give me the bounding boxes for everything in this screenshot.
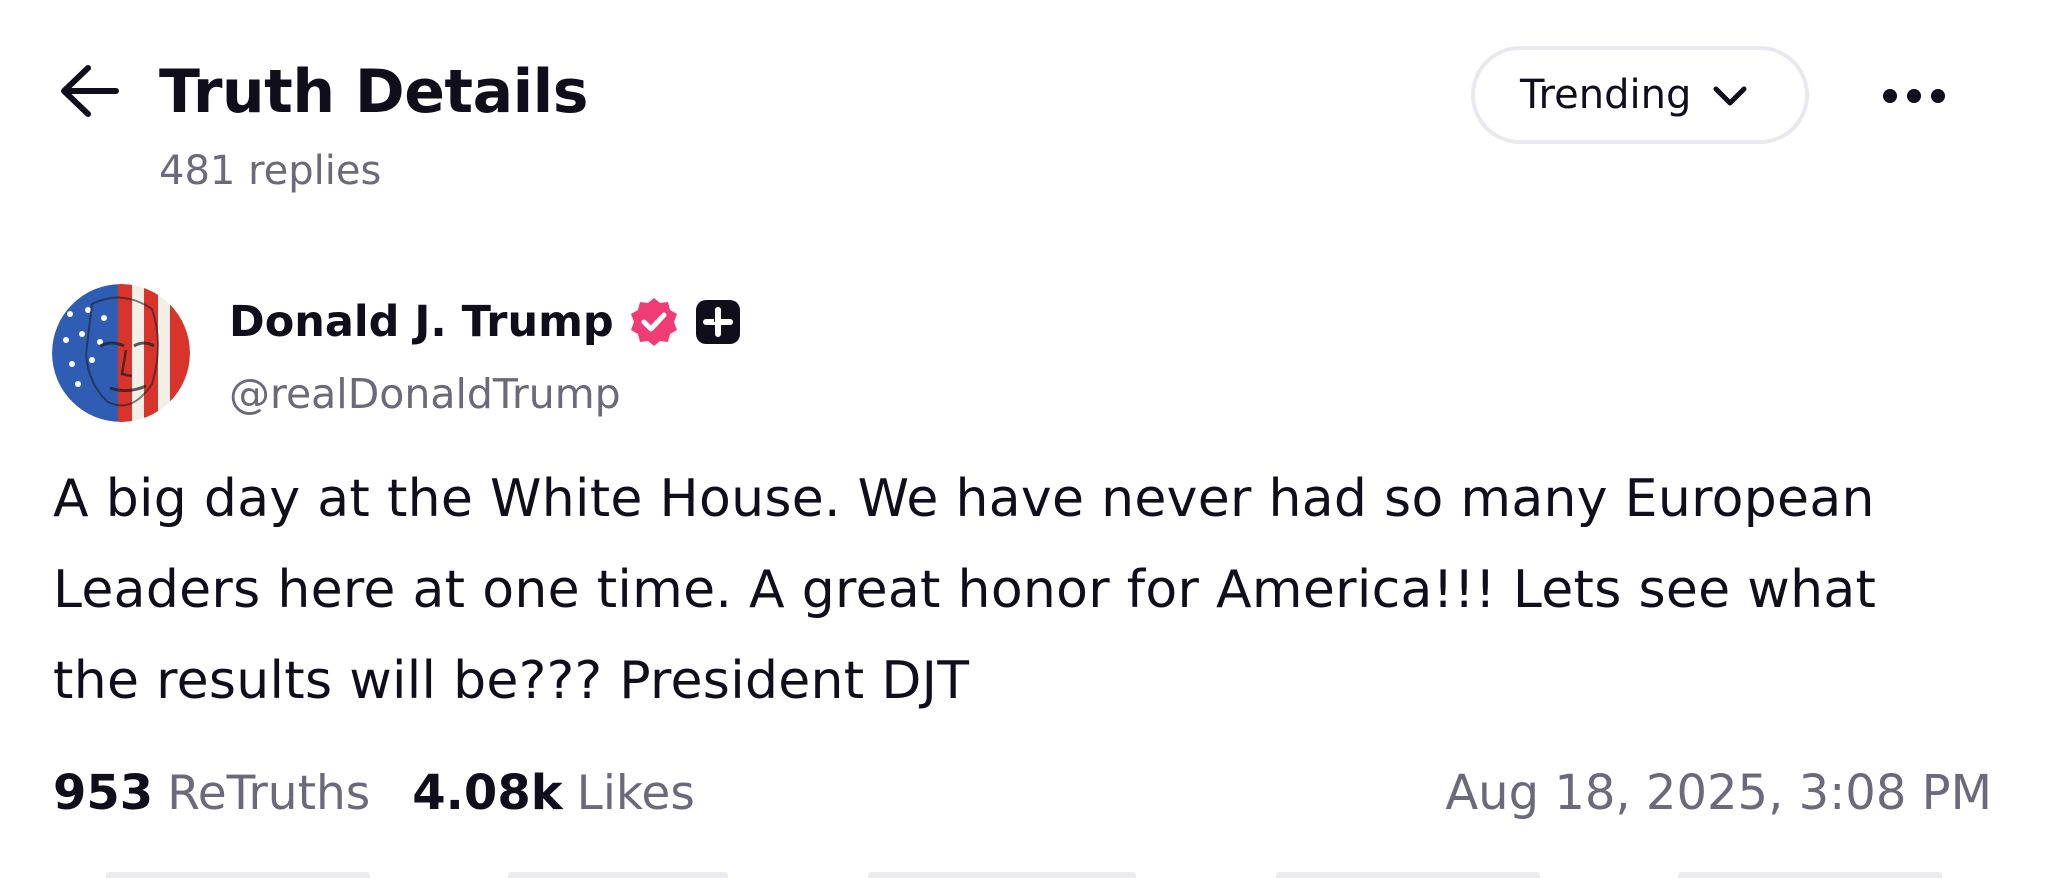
author-name[interactable]: Donald J. Trump [229,297,614,347]
post-text: A big day at the White House. We have ne… [53,454,2013,727]
action-bar-segment [1678,872,1942,878]
more-options-button[interactable] [1880,78,1948,114]
likes-stat[interactable]: 4.08k Likes [412,765,695,821]
action-bar-segment [868,872,1136,878]
arrow-left-icon [61,65,119,117]
likes-count: 4.08k [412,765,563,821]
post-text-line: Leaders here at one time. A great honor … [53,560,1877,620]
plus-badge-icon [695,300,740,344]
back-button[interactable] [58,62,122,120]
action-bar-segment [508,872,728,878]
sort-dropdown[interactable]: Trending [1471,46,1809,144]
post-timestamp: Aug 18, 2025, 3:08 PM [1445,765,1992,821]
author-name-row: Donald J. Trump [229,292,742,352]
action-bar-segment [1276,872,1540,878]
truth-details-page: Truth Details 481 replies Trending Donal… [0,0,2048,878]
post-stats: 953 ReTruths 4.08k Likes [53,760,695,826]
author-handle[interactable]: @realDonaldTrump [229,366,621,422]
avatar[interactable] [52,284,190,422]
action-bar-segment [106,872,370,878]
chevron-down-icon [1713,86,1747,106]
sort-selected-label: Trending [1520,72,1692,118]
avatar-image [52,284,190,422]
retruths-label: ReTruths [167,766,371,821]
reply-count: 481 replies [159,148,382,194]
retruths-count: 953 [53,765,154,821]
verified-badge-icon [630,298,677,346]
retruths-stat[interactable]: 953 ReTruths [53,765,370,821]
page-title: Truth Details [159,57,588,127]
ellipsis-icon [1883,89,1945,103]
post-text-line: A big day at the White House. We have ne… [53,469,1875,529]
post-text-line: the results will be??? President DJT [53,651,970,711]
likes-label: Likes [576,766,695,821]
action-bar-edge [0,872,2048,878]
